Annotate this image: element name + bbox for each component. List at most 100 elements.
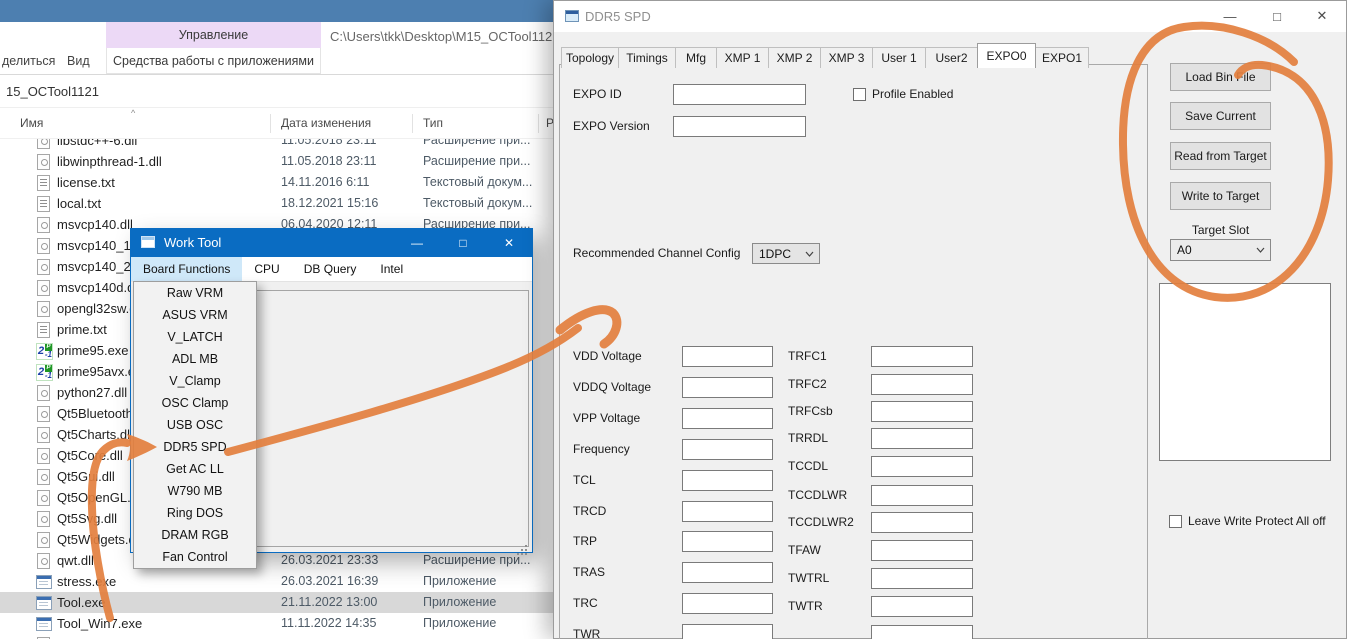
address-bar[interactable]: 15_OCTool1121	[0, 75, 556, 107]
ddr5-titlebar[interactable]: DDR5 SPD — □ ✕	[554, 1, 1346, 32]
breadcrumb[interactable]: 15_OCTool1121	[6, 84, 99, 99]
trfc1-input[interactable]	[871, 346, 973, 367]
tab-mfg[interactable]: Mfg	[675, 47, 717, 68]
trfc2-input[interactable]	[871, 374, 973, 395]
expo-version-input[interactable]	[673, 116, 806, 137]
close-button[interactable]: ✕	[1307, 1, 1337, 31]
menu-item-adl-mb[interactable]: ADL MB	[134, 348, 256, 370]
tab-expo1[interactable]: EXPO1	[1035, 47, 1089, 68]
tab-timings[interactable]: Timings	[618, 47, 676, 68]
file-row[interactable]: Tool_Win7.exe 11.11.2022 14:35 Приложение	[0, 613, 556, 634]
ribbon-tab-view[interactable]: Вид	[67, 48, 90, 75]
file-name: Qt5Svg.dll	[57, 511, 117, 526]
trrdl-input[interactable]	[871, 428, 973, 449]
column-separator[interactable]	[538, 114, 539, 133]
tab-topology[interactable]: Topology	[561, 47, 619, 68]
maximize-button[interactable]: □	[440, 229, 486, 257]
ribbon-tab-application-tools[interactable]: Средства работы с приложениями	[106, 48, 321, 74]
file-date: 14.11.2016 6:11	[281, 175, 370, 189]
status-listbox[interactable]	[1159, 283, 1331, 461]
tab-xmp-2[interactable]: XMP 2	[768, 47, 821, 68]
menu-intel[interactable]: Intel	[368, 257, 415, 281]
column-header-type[interactable]: Тип	[423, 108, 443, 139]
menu-item-ring-dos[interactable]: Ring DOS	[134, 502, 256, 524]
trcd-input[interactable]	[682, 501, 773, 522]
menu-db-query[interactable]: DB Query	[292, 257, 369, 281]
file-row[interactable]: license.txt 14.11.2016 6:11 Текстовый доку…	[0, 172, 556, 193]
minimize-button[interactable]: —	[394, 229, 440, 257]
vdd-voltage-input[interactable]	[682, 346, 773, 367]
tab-expo0[interactable]: EXPO0	[977, 43, 1036, 68]
file-name: prime95.exe	[57, 343, 129, 358]
menu-item-asus-vrm[interactable]: ASUS VRM	[134, 304, 256, 326]
dll-file-icon	[37, 511, 50, 527]
column-header-name[interactable]: Имя	[20, 108, 43, 139]
timing-input[interactable]	[871, 625, 973, 639]
minimize-button[interactable]: —	[1215, 1, 1245, 31]
column-header-date[interactable]: Дата изменения	[281, 108, 371, 139]
tcl-input[interactable]	[682, 470, 773, 491]
menu-item-usb-osc[interactable]: USB OSC	[134, 414, 256, 436]
frequency-input[interactable]	[682, 439, 773, 460]
twr-input[interactable]	[682, 624, 773, 639]
maximize-button[interactable]: □	[1262, 1, 1292, 31]
profile-enabled-checkbox[interactable]	[853, 88, 866, 101]
leave-write-protect-checkbox[interactable]	[1169, 515, 1182, 528]
tccdlwr-input[interactable]	[871, 485, 973, 506]
tab-user-1[interactable]: User 1	[872, 47, 926, 68]
trfcsb-label: TRFCsb	[788, 404, 833, 418]
tab-xmp-1[interactable]: XMP 1	[716, 47, 769, 68]
expo-id-input[interactable]	[673, 84, 806, 105]
tab-xmp-3[interactable]: XMP 3	[820, 47, 873, 68]
profile-enabled-label[interactable]: Profile Enabled	[872, 84, 953, 105]
menu-item-osc-clamp[interactable]: OSC Clamp	[134, 392, 256, 414]
vpp-voltage-input[interactable]	[682, 408, 773, 429]
target-slot-combobox[interactable]: A0	[1170, 239, 1271, 261]
file-row[interactable]: stress.exe 26.03.2021 16:39 Приложение	[0, 571, 556, 592]
work-tool-titlebar[interactable]: Work Tool — □ ✕	[131, 229, 532, 257]
menu-cpu[interactable]: CPU	[242, 257, 291, 281]
file-row[interactable]: local.txt 18.12.2021 15:16 Текстовый докум…	[0, 193, 556, 214]
window-title: Work Tool	[164, 235, 222, 250]
file-row[interactable]: Tool.exe 21.11.2022 13:00 Приложение	[0, 592, 556, 613]
tras-input[interactable]	[682, 562, 773, 583]
ribbon-tab-share[interactable]: делиться	[2, 48, 55, 75]
column-separator[interactable]	[270, 114, 271, 133]
save-current-button[interactable]: Save Current	[1170, 102, 1271, 130]
menu-item-ddr5-spd[interactable]: DDR5 SPD	[134, 436, 256, 458]
read-from-target-button[interactable]: Read from Target	[1170, 142, 1271, 170]
file-row[interactable]	[0, 634, 556, 639]
resize-grip[interactable]	[525, 545, 527, 547]
work-tool-menubar: Board Functions CPU DB Query Intel	[131, 257, 532, 282]
menu-item-v-latch[interactable]: V_LATCH	[134, 326, 256, 348]
vddq-voltage-input[interactable]	[682, 377, 773, 398]
close-button[interactable]: ✕	[486, 229, 532, 257]
menu-item-get-ac-ll[interactable]: Get AC LL	[134, 458, 256, 480]
menu-item-fan-control[interactable]: Fan Control	[134, 546, 256, 568]
menu-item-v-clamp[interactable]: V_Clamp	[134, 370, 256, 392]
trc-input[interactable]	[682, 593, 773, 614]
tab-user2[interactable]: User2	[925, 47, 978, 68]
channel-config-combobox[interactable]: 1DPC	[752, 243, 820, 264]
menu-item-w790-mb[interactable]: W790 MB	[134, 480, 256, 502]
tccdlwr2-input[interactable]	[871, 512, 973, 533]
tccdl-input[interactable]	[871, 456, 973, 477]
write-to-target-button[interactable]: Write to Target	[1170, 182, 1271, 210]
application-icon	[36, 617, 52, 631]
load-bin-file-button[interactable]: Load Bin File	[1170, 63, 1271, 91]
vpp-voltage-label: VPP Voltage	[573, 411, 641, 425]
column-separator[interactable]	[412, 114, 413, 133]
twtrl-input[interactable]	[871, 568, 973, 589]
menu-item-dram-rgb[interactable]: DRAM RGB	[134, 524, 256, 546]
menu-board-functions[interactable]: Board Functions	[131, 257, 243, 281]
trp-input[interactable]	[682, 531, 773, 552]
text-file-icon	[37, 322, 50, 338]
leave-write-protect-label[interactable]: Leave Write Protect All off	[1188, 511, 1326, 532]
twtr-input[interactable]	[871, 596, 973, 617]
application-icon	[36, 616, 52, 631]
trfcsb-input[interactable]	[871, 401, 973, 422]
tfaw-input[interactable]	[871, 540, 973, 561]
menu-item-raw-vrm[interactable]: Raw VRM	[134, 282, 256, 304]
file-row[interactable]: libwinpthread-1.dll 11.05.2018 23:11 Расши…	[0, 151, 556, 172]
file-row[interactable]: qwt.dll 26.03.2021 23:33 Расширение при...	[0, 550, 556, 571]
